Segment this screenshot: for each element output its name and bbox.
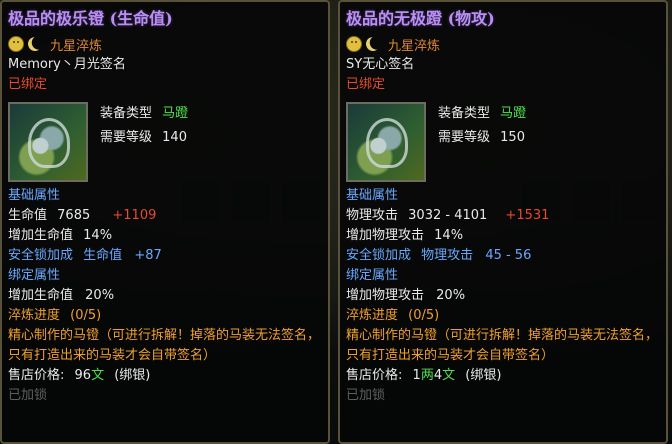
item-meta: 装备类型 马蹬 需要等级 140 <box>100 102 188 186</box>
price-label: 售店价格: <box>8 368 65 383</box>
stat-bonus: +1531 <box>505 208 550 223</box>
grade-row: 九星淬炼 <box>6 33 324 55</box>
equip-type-value: 马蹬 <box>500 106 527 121</box>
equip-type-label: 装备类型 <box>100 106 153 121</box>
price-label: 售店价格: <box>346 368 403 383</box>
bind-stat: 增加物理攻击 <box>346 288 425 303</box>
lock-bonus-row: 安全锁加成 生命值 +87 <box>6 246 324 266</box>
grade-text: 九星淬炼 <box>50 38 103 54</box>
price-amount-1: 1 <box>412 368 421 383</box>
lock-value: 45 - 56 <box>485 248 532 263</box>
base-stat-row: 物理攻击 3032 - 4101 +1531 <box>344 206 662 226</box>
equip-type-row: 装备类型 马蹬 <box>438 102 526 126</box>
pct-row: 增加物理攻击 14% <box>344 226 662 246</box>
moon-icon <box>364 35 382 53</box>
stat-name: 生命值 <box>8 208 48 223</box>
pct-label: 增加生命值 <box>8 228 74 243</box>
base-section-title: 基础属性 <box>346 188 399 203</box>
smiley-icon <box>8 36 24 52</box>
refine-value: (0/5) <box>408 308 440 323</box>
grade-text: 九星淬炼 <box>388 38 441 54</box>
bound-status: 已绑定 <box>8 77 48 92</box>
moon-icon <box>26 35 44 53</box>
refine-value: (0/5) <box>70 308 102 323</box>
base-section-title: 基础属性 <box>8 188 61 203</box>
stat-value: 3032 - 4101 <box>408 208 488 223</box>
stat-value: 7685 <box>57 208 91 223</box>
item-meta: 装备类型 马蹬 需要等级 150 <box>438 102 526 186</box>
level-row: 需要等级 150 <box>438 126 526 150</box>
equip-type-label: 装备类型 <box>438 106 491 121</box>
lock-value: +87 <box>134 248 162 263</box>
item-tooltip-right: 极品的无极蹬 (物攻) 九星淬炼 SY无心签名 已绑定 装备类型 马蹬 需要等级… <box>338 0 668 444</box>
level-label: 需要等级 <box>438 130 491 145</box>
price-amount-2: 4 <box>433 368 443 383</box>
bind-stat: 增加生命值 <box>8 288 74 303</box>
stirrup-icon <box>346 102 426 182</box>
base-stat-row: 生命值 7685 +1109 <box>6 206 324 226</box>
stirrup-icon <box>8 102 88 182</box>
bind-value: 20% <box>436 288 466 303</box>
item-title: 极品的极乐镫 (生命值) <box>8 9 173 28</box>
price-amount: 96 <box>74 368 92 383</box>
signer-text: Memory丶月光签名 <box>8 57 126 72</box>
bind-stat-row: 增加生命值 20% <box>6 286 324 306</box>
pct-value: 14% <box>434 228 464 243</box>
refine-label: 淬炼进度 <box>346 308 399 323</box>
level-value: 140 <box>162 130 187 145</box>
bound-status: 已绑定 <box>346 77 386 92</box>
price-note: (绑银) <box>465 368 502 383</box>
equip-type-row: 装备类型 马蹬 <box>100 102 188 126</box>
lock-status: 已加锁 <box>8 388 48 403</box>
equip-type-value: 马蹬 <box>162 106 189 121</box>
smiley-icon <box>346 36 362 52</box>
bind-value: 20% <box>85 288 115 303</box>
pct-value: 14% <box>83 228 113 243</box>
item-block: 装备类型 马蹬 需要等级 140 <box>6 96 324 186</box>
lock-label: 安全锁加成 <box>8 248 74 263</box>
signer-text: SY无心签名 <box>346 57 415 72</box>
level-value: 150 <box>500 130 525 145</box>
item-description: 精心制作的马镫（可进行拆解！掉落的马装无法签名，只有打造出来的马装才会自带签名） <box>346 328 659 363</box>
level-row: 需要等级 140 <box>100 126 188 150</box>
item-description: 精心制作的马镫（可进行拆解！掉落的马装无法签名，只有打造出来的马装才会自带签名） <box>8 328 321 363</box>
stat-name: 物理攻击 <box>346 208 399 223</box>
price-unit-2: 文 <box>442 368 456 383</box>
pct-label: 增加物理攻击 <box>346 228 425 243</box>
grade-row: 九星淬炼 <box>344 33 662 55</box>
lock-label: 安全锁加成 <box>346 248 412 263</box>
refine-label: 淬炼进度 <box>8 308 61 323</box>
price-row: 售店价格: 1两4文 (绑银) <box>344 366 662 386</box>
lock-stat: 生命值 <box>83 248 123 263</box>
lock-stat: 物理攻击 <box>421 248 474 263</box>
price-row: 售店价格: 96文 (绑银) <box>6 366 324 386</box>
stat-bonus: +1109 <box>112 208 157 223</box>
bind-section-title: 绑定属性 <box>346 268 399 283</box>
item-title: 极品的无极蹬 (物攻) <box>346 9 495 28</box>
bind-stat-row: 增加物理攻击 20% <box>344 286 662 306</box>
price-note: (绑银) <box>114 368 151 383</box>
refine-row: 淬炼进度 (0/5) <box>344 306 662 326</box>
item-tooltip-left: 极品的极乐镫 (生命值) 九星淬炼 Memory丶月光签名 已绑定 装备类型 马… <box>0 0 330 444</box>
lock-status: 已加锁 <box>346 388 386 403</box>
pct-row: 增加生命值 14% <box>6 226 324 246</box>
bind-section-title: 绑定属性 <box>8 268 61 283</box>
lock-bonus-row: 安全锁加成 物理攻击 45 - 56 <box>344 246 662 266</box>
price-unit: 文 <box>91 368 105 383</box>
level-label: 需要等级 <box>100 130 153 145</box>
refine-row: 淬炼进度 (0/5) <box>6 306 324 326</box>
price-unit-1: 两 <box>420 368 434 383</box>
item-block: 装备类型 马蹬 需要等级 150 <box>344 96 662 186</box>
